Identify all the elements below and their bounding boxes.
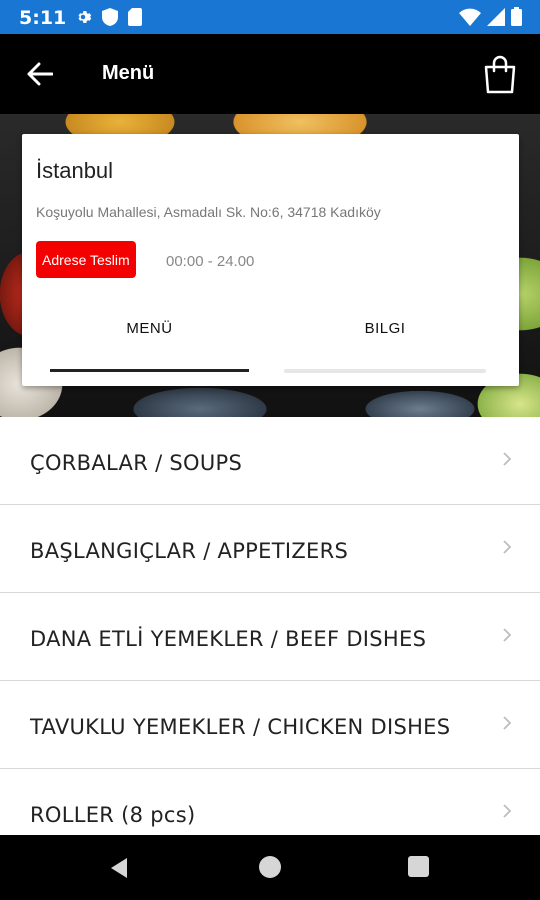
tab-menu-label: MENÜ xyxy=(126,320,173,337)
status-time: 5:11 xyxy=(19,7,67,29)
menu-item-label: ÇORBALAR / SOUPS xyxy=(30,451,243,475)
restaurant-address: Koşuyolu Mahallesi, Asmadalı Sk. No:6, 3… xyxy=(36,204,381,220)
menu-item-appetizers[interactable]: BAŞLANGIÇLAR / APPETIZERS xyxy=(0,505,540,593)
shield-icon xyxy=(102,8,118,26)
opening-hours: 00:00 - 24.00 xyxy=(166,253,255,270)
menu-item-chicken-dishes[interactable]: TAVUKLU YEMEKLER / CHICKEN DISHES xyxy=(0,681,540,769)
tab-info-label: BILGI xyxy=(364,320,406,337)
chevron-right-icon xyxy=(503,628,512,642)
app-bar: Menü xyxy=(0,34,540,114)
page-title: Menü xyxy=(102,62,155,84)
delivery-badge: Adrese Teslim xyxy=(36,241,136,278)
menu-category-list: ÇORBALAR / SOUPS BAŞLANGIÇLAR / APPETIZE… xyxy=(0,417,540,835)
status-bar: 5:11 xyxy=(0,0,540,34)
tab-menu-indicator xyxy=(50,369,249,372)
nav-recent-apps-icon[interactable] xyxy=(408,856,429,877)
restaurant-info-card: İstanbul Koşuyolu Mahallesi, Asmadalı Sk… xyxy=(22,134,519,386)
arrow-left-icon xyxy=(27,62,53,86)
menu-item-rolls[interactable]: ROLLER (8 pcs) xyxy=(0,769,540,835)
system-nav-bar xyxy=(0,835,540,900)
tab-info[interactable]: BILGI xyxy=(284,298,486,378)
nav-home-icon[interactable] xyxy=(259,856,281,878)
menu-item-label: DANA ETLİ YEMEKLER / BEEF DISHES xyxy=(30,627,427,651)
battery-icon xyxy=(511,7,522,26)
tab-menu[interactable]: MENÜ xyxy=(50,298,249,378)
status-right-icons xyxy=(459,7,522,26)
sim-card-icon xyxy=(128,8,142,26)
settings-icon xyxy=(78,11,92,23)
menu-item-beef-dishes[interactable]: DANA ETLİ YEMEKLER / BEEF DISHES xyxy=(0,593,540,681)
restaurant-name: İstanbul xyxy=(36,158,114,183)
chevron-right-icon xyxy=(503,716,512,730)
back-button[interactable] xyxy=(22,56,58,92)
menu-item-label: TAVUKLU YEMEKLER / CHICKEN DISHES xyxy=(30,715,451,739)
shopping-bag-icon xyxy=(484,55,516,94)
wifi-icon xyxy=(459,8,481,26)
nav-back-icon[interactable] xyxy=(107,856,131,880)
tab-info-indicator xyxy=(284,369,486,373)
chevron-right-icon xyxy=(503,540,512,554)
cart-button[interactable] xyxy=(480,52,520,96)
status-left-icons xyxy=(74,8,142,26)
signal-icon xyxy=(487,7,505,26)
chevron-right-icon xyxy=(503,452,512,466)
menu-item-label: BAŞLANGIÇLAR / APPETIZERS xyxy=(30,539,349,563)
chevron-right-icon xyxy=(503,804,512,818)
menu-item-label: ROLLER (8 pcs) xyxy=(30,803,196,827)
menu-item-soups[interactable]: ÇORBALAR / SOUPS xyxy=(0,417,540,505)
